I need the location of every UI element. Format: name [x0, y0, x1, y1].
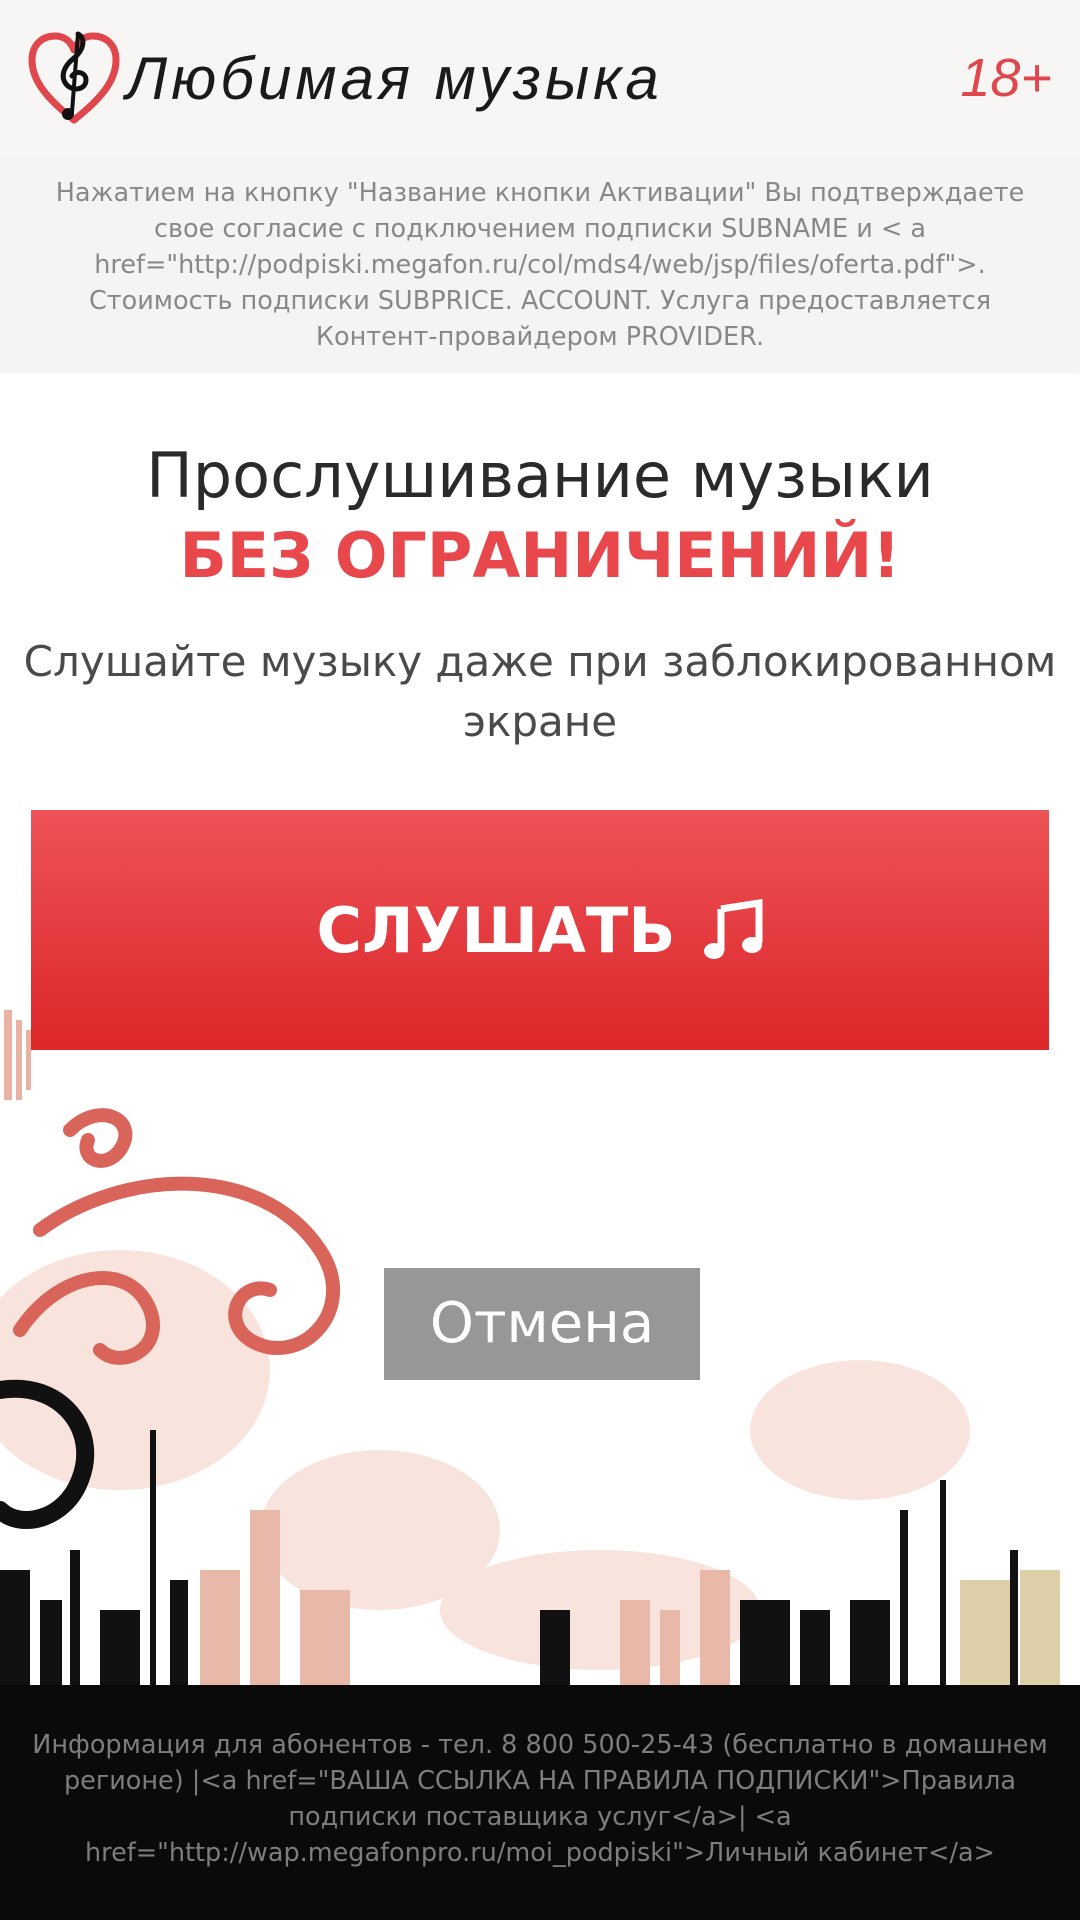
music-note-icon: [704, 899, 763, 959]
landing-page: Любимая музыка 18+ Нажатием на кнопку "Н…: [0, 0, 1080, 1920]
subscription-disclaimer: Нажатием на кнопку "Название кнопки Акти…: [0, 157, 1080, 373]
page-subtitle: Слушайте музыку даже при заблокированном…: [23, 637, 1057, 746]
cancel-button[interactable]: Отмена: [384, 1268, 700, 1380]
listen-button[interactable]: СЛУШАТЬ: [31, 810, 1049, 1050]
page-title-accent: БЕЗ ОГРАНИЧЕНИЙ!: [179, 519, 901, 592]
page-title: Прослушивание музыки: [146, 439, 934, 512]
header: Любимая музыка 18+: [0, 0, 1080, 157]
listen-button-label: СЛУШАТЬ: [316, 893, 676, 967]
footer-info: Информация для абонентов - тел. 8 800 50…: [0, 1685, 1080, 1920]
brand-title: Любимая музыка: [126, 45, 663, 112]
age-rating-badge: 18+: [960, 48, 1052, 108]
heart-treble-clef-icon: [28, 31, 120, 124]
